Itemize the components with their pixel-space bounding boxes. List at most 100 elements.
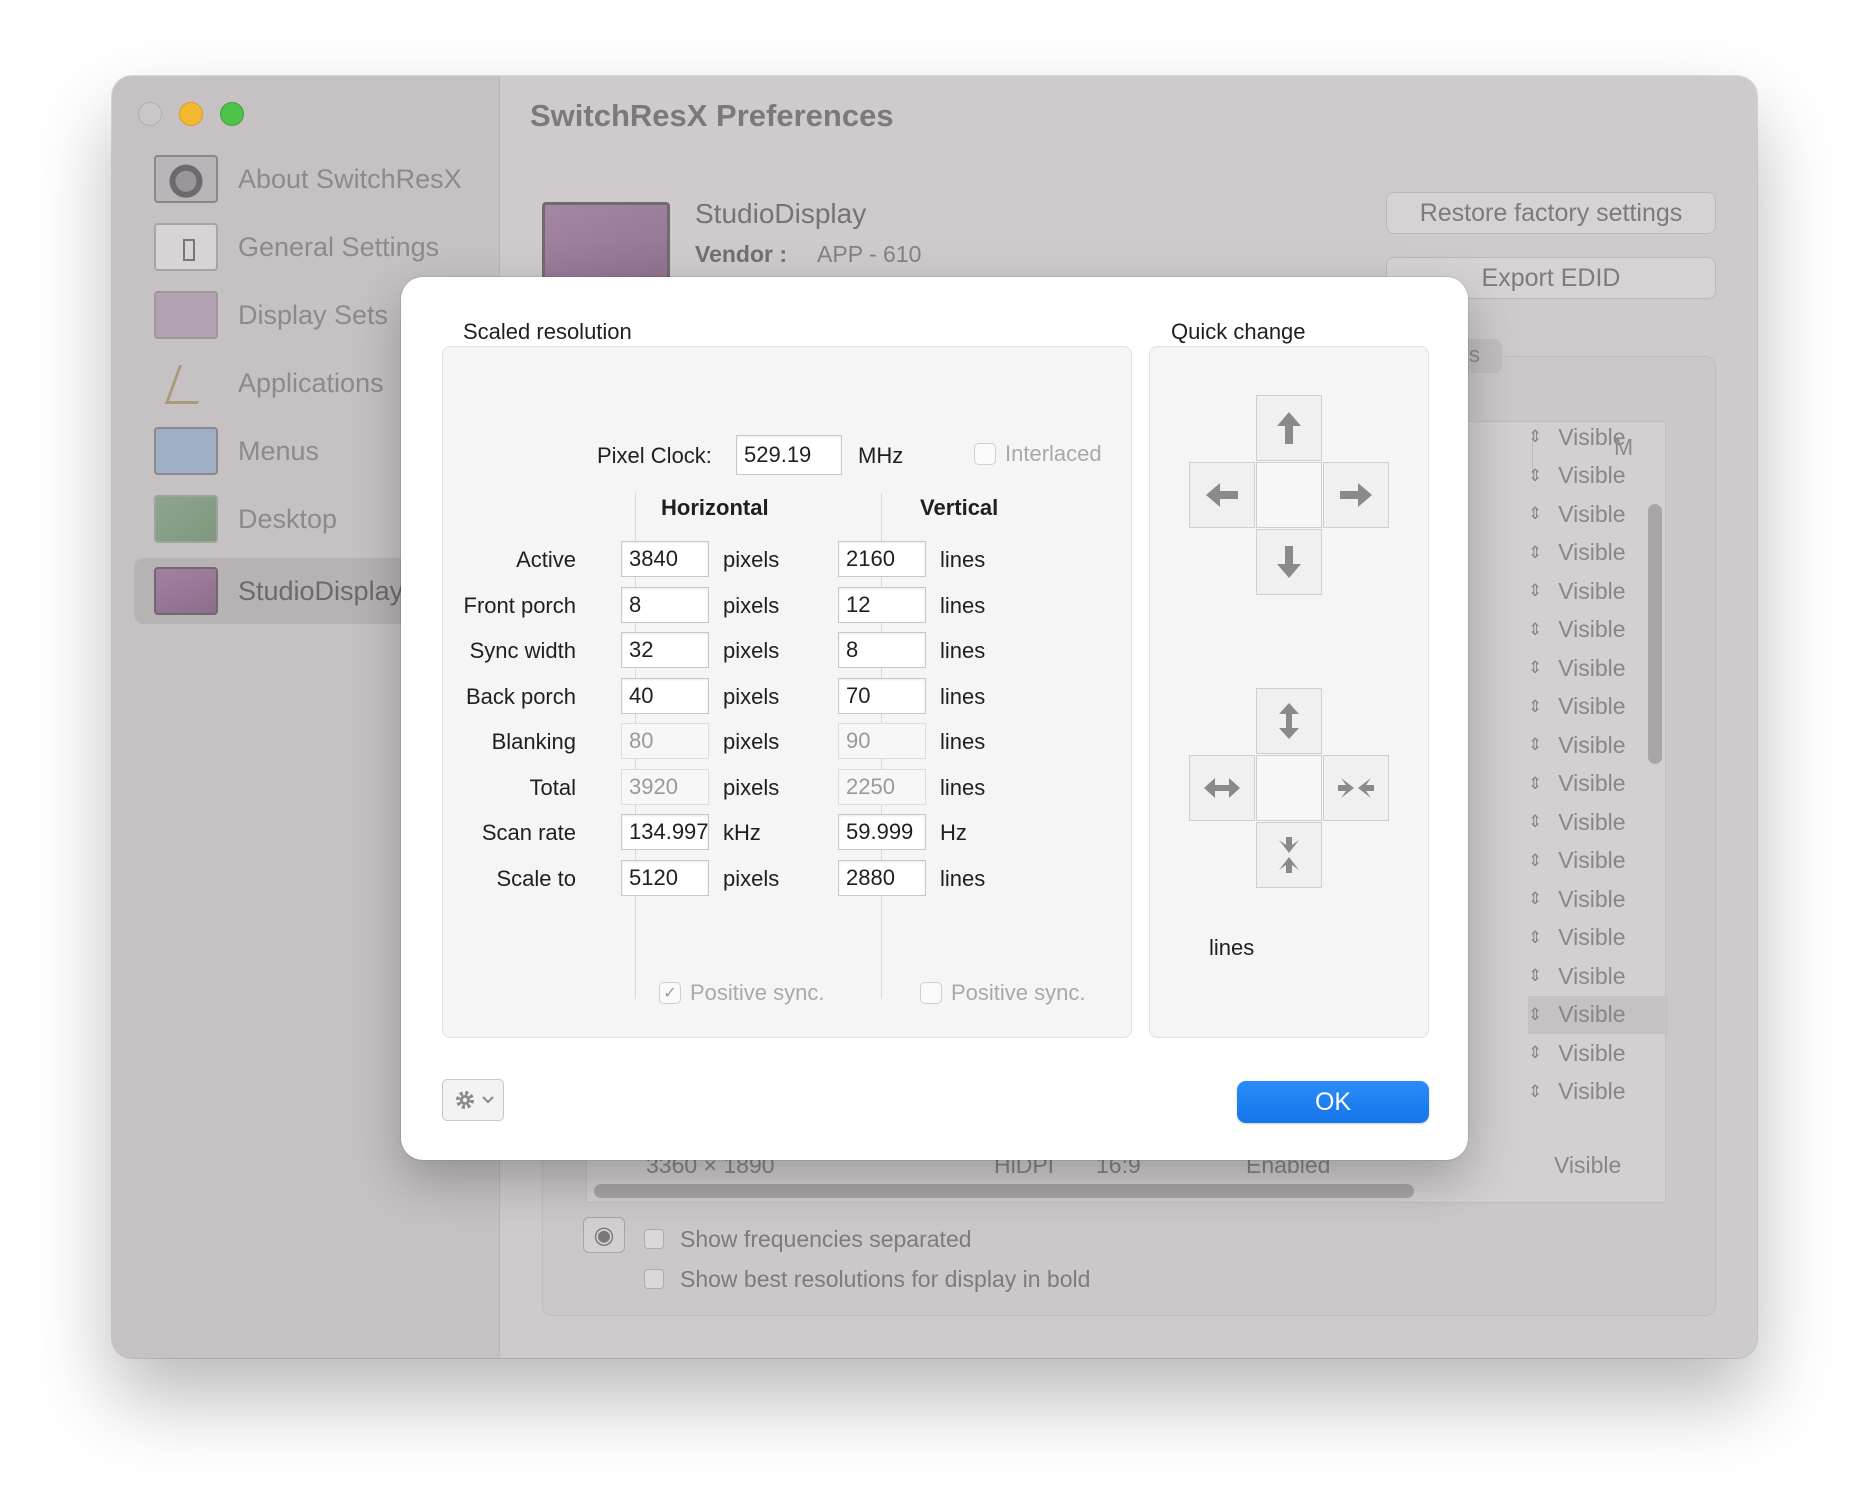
checkbox-box[interactable] (644, 1269, 664, 1289)
status-label: Visible (1558, 654, 1626, 681)
pixel-clock-field[interactable]: 529.19 (736, 435, 842, 475)
status-label: Visible (1558, 885, 1626, 912)
window-title: SwitchResX Preferences (530, 98, 894, 133)
move-up-button[interactable] (1256, 395, 1322, 461)
stepper-icon[interactable]: ⇕ (1528, 658, 1542, 678)
stepper-icon[interactable]: ⇕ (1528, 735, 1542, 755)
vertical-value-field[interactable]: 59.999 (838, 814, 926, 850)
stepper-icon[interactable]: ⇕ (1528, 1043, 1542, 1063)
stepper-icon[interactable]: ⇕ (1528, 774, 1542, 794)
stepper-icon[interactable]: ⇕ (1528, 466, 1542, 486)
status-cell[interactable]: ⇕ Visible (1528, 611, 1668, 649)
sidebar-item-label: About SwitchResX (238, 163, 462, 194)
display-name: StudioDisplay (695, 198, 867, 229)
status-cell[interactable]: ⇕ Visible (1528, 418, 1668, 456)
status-cell[interactable]: ⇕ Visible (1528, 919, 1668, 957)
vertical-value-field[interactable]: 2880 (838, 859, 926, 896)
status-label: Visible (1558, 1001, 1626, 1027)
stepper-icon[interactable]: ⇕ (1528, 504, 1542, 524)
show-frequencies-checkbox[interactable]: Show frequencies separated (644, 1224, 1284, 1254)
status-cell[interactable]: ⇕ Visible (1528, 957, 1668, 995)
ok-button[interactable]: OK (1237, 1081, 1429, 1123)
horizontal-value-field[interactable]: 5120 (621, 859, 709, 896)
restore-factory-settings-button[interactable]: Restore factory settings (1386, 192, 1716, 234)
vertical-value-field[interactable]: 12 (838, 586, 926, 623)
stepper-icon[interactable]: ⇕ (1528, 928, 1542, 948)
vertical-positive-sync-label: Positive sync. (951, 980, 1086, 1005)
expand-horizontal-button[interactable] (1189, 755, 1255, 821)
status-cell[interactable]: ⇕ Visible (1528, 688, 1668, 726)
checkbox-box[interactable] (644, 1229, 664, 1249)
status-cell[interactable]: ⇕ Visible (1528, 495, 1668, 533)
stepper-icon[interactable]: ⇕ (1528, 966, 1542, 986)
horizontal-value-field[interactable]: 32 (621, 632, 709, 668)
horizontal-positive-sync-checkbox[interactable]: ✓ Positive sync. (659, 980, 825, 1006)
status-cell[interactable]: ⇕ Visible (1528, 842, 1668, 880)
horizontal-value-field[interactable]: 8 (621, 586, 709, 623)
status-cell[interactable]: ⇕ Visible (1528, 649, 1668, 687)
sidebar-item-label: Display Sets (238, 299, 389, 330)
checkbox-label: Show frequencies separated (680, 1225, 972, 1252)
shrink-vertical-icon (1279, 837, 1299, 873)
table-horizontal-scrollbar[interactable] (594, 1184, 1414, 1198)
vertical-value-field[interactable]: 70 (838, 677, 926, 714)
status-label: Visible (1558, 500, 1626, 527)
status-cell[interactable]: ⇕ Visible (1528, 765, 1668, 803)
status-cell[interactable]: ⇕ Visible (1528, 1034, 1668, 1072)
vertical-value-field[interactable]: 2160 (838, 541, 926, 577)
status-cell[interactable]: ⇕ Visible (1528, 880, 1668, 918)
status-cell[interactable]: ⇕ Visible (1528, 995, 1668, 1034)
shrink-horizontal-icon (1338, 778, 1374, 798)
stepper-icon[interactable]: ⇕ (1528, 851, 1542, 871)
checkbox-box[interactable] (920, 982, 942, 1004)
zoom-window-button[interactable] (220, 102, 244, 126)
checkbox-box[interactable] (974, 443, 996, 465)
move-right-button[interactable] (1323, 462, 1389, 528)
row-label: Scale to (496, 865, 577, 891)
horizontal-value-field: 80 (621, 723, 709, 759)
status-cell[interactable]: ⇕ Visible (1528, 534, 1668, 572)
status-label: Visible (1558, 770, 1626, 796)
interlaced-checkbox[interactable]: Interlaced (974, 441, 1102, 467)
horizontal-unit: pixels (723, 683, 780, 709)
shrink-horizontal-button[interactable] (1323, 755, 1389, 821)
stepper-icon[interactable]: ⇕ (1528, 581, 1542, 601)
stepper-icon[interactable]: ⇕ (1528, 427, 1542, 447)
vertical-heading: Vertical (920, 495, 999, 520)
show-best-bold-checkbox[interactable]: Show best resolutions for display in bol… (644, 1264, 1284, 1294)
status-cell[interactable]: ⇕ Visible (1528, 726, 1668, 764)
vertical-value-field[interactable]: 8 (838, 632, 926, 668)
stepper-icon[interactable]: ⇕ (1528, 543, 1542, 563)
chevron-down-icon (482, 1096, 494, 1104)
expand-vertical-button[interactable] (1256, 688, 1322, 754)
stepper-icon[interactable]: ⇕ (1528, 620, 1542, 640)
stepper-icon[interactable]: ⇕ (1528, 1005, 1542, 1025)
stepper-icon[interactable]: ⇕ (1528, 1082, 1542, 1102)
status-label: Visible (1558, 462, 1626, 488)
action-menu-button[interactable] (442, 1079, 504, 1121)
close-window-button[interactable] (138, 102, 162, 126)
stepper-icon[interactable]: ⇕ (1528, 889, 1542, 909)
status-label: Visible (1558, 962, 1626, 989)
status-cell[interactable]: ⇕ Visible (1528, 572, 1668, 610)
status-cell[interactable]: ⇕ Visible (1528, 457, 1668, 495)
horizontal-value-field[interactable]: 40 (621, 677, 709, 714)
sidebar-item-about[interactable]: About SwitchResX (134, 146, 494, 212)
minimize-window-button[interactable] (179, 102, 203, 126)
vertical-positive-sync-checkbox[interactable]: Positive sync. (920, 980, 1086, 1006)
status-cell[interactable]: ⇕ Visible (1528, 1073, 1668, 1111)
horizontal-value-field[interactable]: 3840 (621, 541, 709, 577)
horizontal-value-field[interactable]: 134.997 (621, 814, 709, 850)
sidebar-item-general-settings[interactable]: General Settings (134, 214, 494, 280)
eye-icon[interactable]: ◉ (583, 1217, 625, 1253)
stepper-icon[interactable]: ⇕ (1528, 812, 1542, 832)
horizontal-unit: pixels (723, 547, 780, 572)
shrink-vertical-button[interactable] (1256, 822, 1322, 888)
move-down-button[interactable] (1256, 529, 1322, 595)
studio-display-icon (154, 567, 218, 615)
stepper-icon[interactable]: ⇕ (1528, 697, 1542, 717)
status-cell[interactable]: ⇕ Visible (1528, 803, 1668, 841)
vertical-unit: lines (940, 729, 986, 754)
checkbox-box[interactable]: ✓ (659, 982, 681, 1004)
move-left-button[interactable] (1189, 462, 1255, 528)
